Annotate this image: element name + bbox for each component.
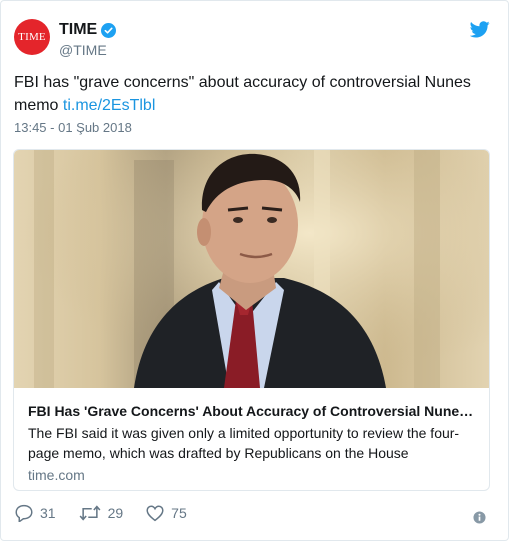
like-action[interactable]: 75 <box>145 504 187 522</box>
author-handle[interactable]: @TIME <box>59 42 107 58</box>
verified-badge-icon <box>101 22 117 38</box>
retweet-icon <box>79 505 101 521</box>
retweet-action[interactable]: 29 <box>78 504 124 522</box>
reply-count: 31 <box>40 505 56 521</box>
reply-action[interactable]: 31 <box>14 504 56 522</box>
tweet-actions: 31 29 75 <box>14 504 209 522</box>
author-name-row: TIME <box>59 21 117 39</box>
tweet-embed: TIME TIME @TIME FBI has "grave concerns"… <box>0 0 509 541</box>
tweet-timestamp[interactable]: 13:45 - 01 Şub 2018 <box>14 120 132 135</box>
avatar-label: TIME <box>18 31 46 43</box>
card-description: The FBI said it was given only a limited… <box>28 425 460 461</box>
card-title[interactable]: FBI Has 'Grave Concerns' About Accuracy … <box>28 401 475 421</box>
card-domain: time.com <box>28 467 85 483</box>
twitter-bird-icon[interactable] <box>469 21 490 43</box>
author-display-name[interactable]: TIME <box>59 21 97 39</box>
card-body: FBI Has 'Grave Concerns' About Accuracy … <box>14 388 489 483</box>
link-card[interactable]: FBI Has 'Grave Concerns' About Accuracy … <box>13 149 490 491</box>
like-count: 75 <box>171 505 187 521</box>
avatar[interactable]: TIME <box>14 19 50 55</box>
tweet-text: FBI has "grave concerns" about accuracy … <box>14 71 494 117</box>
tweet-link[interactable]: ti.me/2EsTlbl <box>63 97 155 114</box>
info-icon[interactable] <box>473 511 486 529</box>
heart-icon <box>146 505 164 522</box>
reply-icon <box>15 504 33 522</box>
retweet-count: 29 <box>107 505 124 521</box>
card-image <box>14 150 489 388</box>
